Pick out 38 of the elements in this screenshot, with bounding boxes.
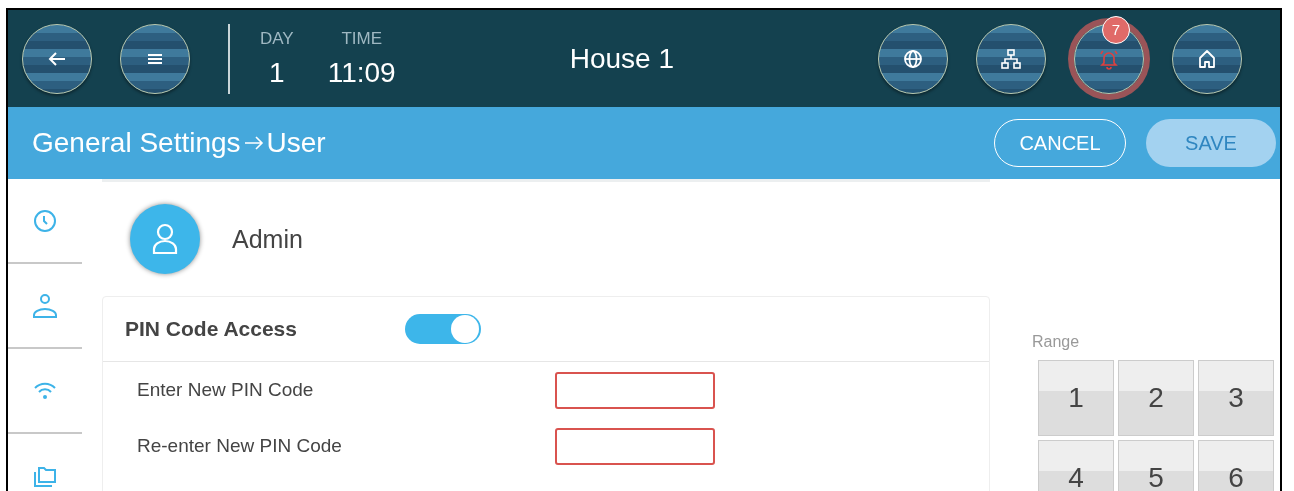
keypad-key[interactable]: 2 [1118, 360, 1194, 436]
user-name: Admin [232, 224, 303, 254]
day-value: 1 [269, 56, 285, 89]
arrow-right-icon [243, 135, 264, 151]
range-label: Range [1032, 333, 1081, 351]
back-arrow-icon [48, 50, 66, 67]
folder-icon [33, 464, 57, 487]
alarm-count-badge: 7 [1102, 15, 1130, 44]
keypad-key[interactable]: 5 [1118, 440, 1194, 491]
keypad-key[interactable]: 3 [1198, 360, 1274, 436]
day-label: DAY [260, 28, 294, 49]
bell-icon [1098, 47, 1120, 70]
page-title: User [266, 127, 326, 159]
toggle-switch[interactable] [405, 314, 481, 344]
user-icon [32, 292, 58, 319]
time-value: 11:09 [327, 56, 396, 89]
menu-button[interactable] [120, 23, 190, 94]
user-icon [152, 223, 178, 255]
house-title: House 1 [569, 42, 675, 75]
wifi-icon [33, 380, 57, 401]
keypad-key[interactable]: 1 [1038, 360, 1114, 436]
menu-icon [147, 52, 163, 65]
keypad-key[interactable]: 4 [1038, 440, 1114, 491]
network-button[interactable] [976, 23, 1046, 94]
home-button[interactable] [1172, 23, 1242, 94]
field-label: Enter New PIN Code [137, 379, 315, 401]
clock-icon [33, 208, 57, 233]
home-icon [1197, 48, 1217, 69]
pin-input-field[interactable] [555, 371, 715, 409]
time-label: TIME [341, 28, 382, 49]
pin-input-field[interactable] [555, 427, 715, 465]
network-icon [1001, 48, 1021, 69]
globe-button[interactable] [878, 23, 948, 94]
field-label: Re-enter New PIN Code [137, 435, 343, 457]
globe-icon [903, 48, 923, 69]
back-button[interactable] [22, 23, 92, 94]
keypad-key[interactable]: 6 [1198, 440, 1274, 491]
pin-access-label: PIN Code Access [125, 317, 298, 341]
